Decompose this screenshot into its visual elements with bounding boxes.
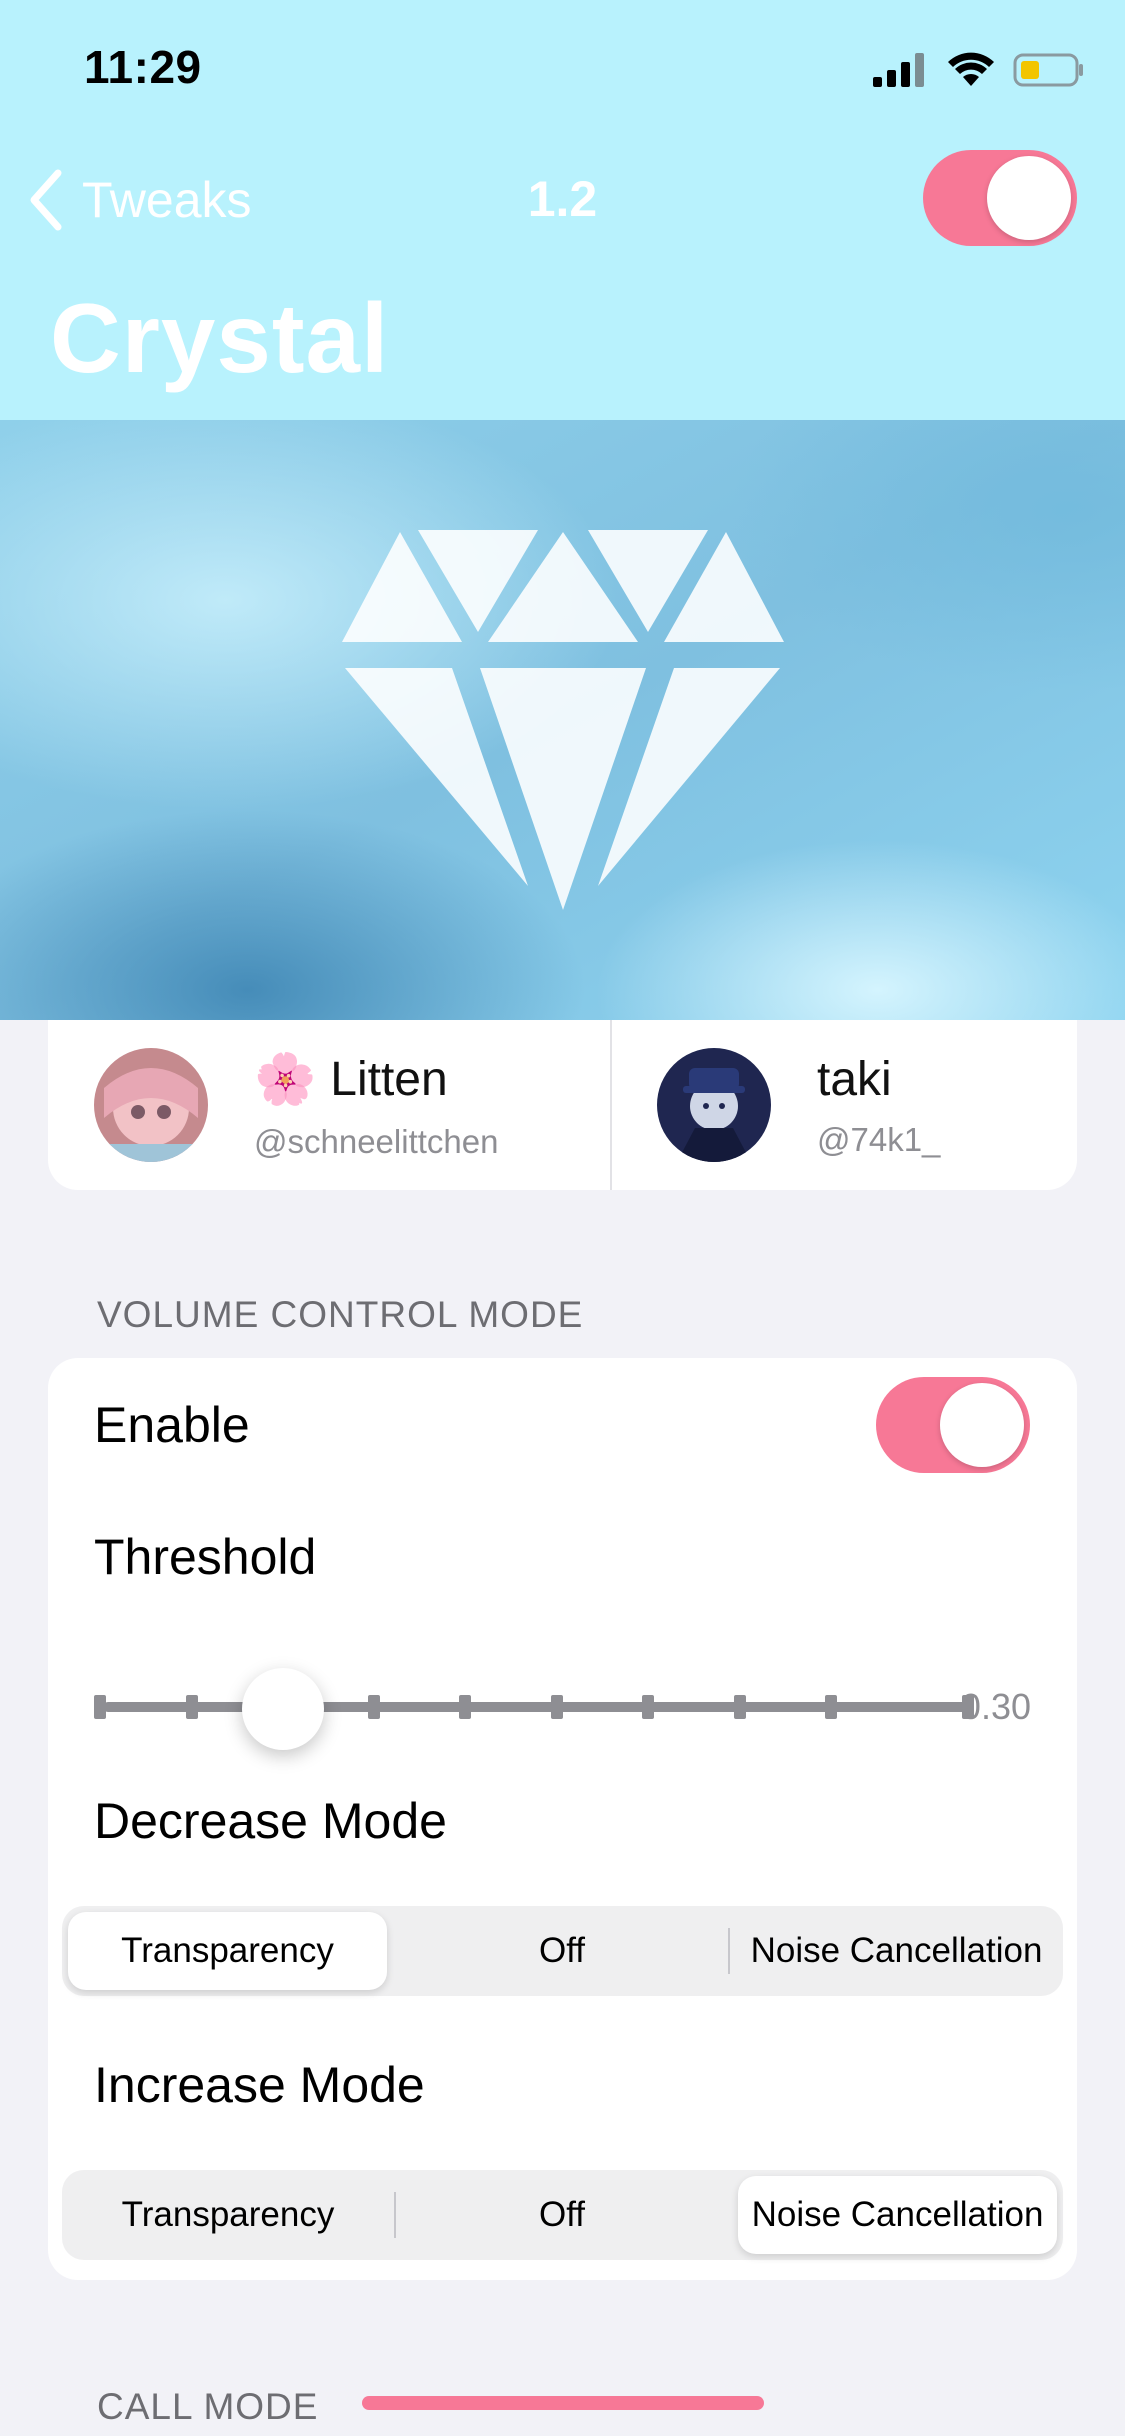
switch-knob	[940, 1383, 1024, 1467]
slider-thumb[interactable]	[242, 1668, 324, 1750]
battery-icon	[1013, 53, 1083, 87]
segment-transparency[interactable]: Transparency	[68, 1912, 387, 1990]
flower-emoji-icon: 🌸	[254, 1050, 317, 1107]
slider-tick	[551, 1695, 563, 1719]
segment-off[interactable]: Off	[396, 2170, 728, 2260]
banner-background	[0, 420, 1125, 1020]
cellular-signal-icon	[873, 53, 924, 87]
master-enable-switch[interactable]	[923, 150, 1077, 246]
increase-mode-label: Increase Mode	[94, 2057, 425, 2113]
call-mode-accent-bar	[362, 2396, 764, 2410]
threshold-slider[interactable]	[94, 1668, 974, 1750]
section-header-volume: VOLUME CONTROL MODE	[97, 1294, 584, 1335]
authors-divider	[610, 1020, 612, 1190]
segment-off[interactable]: Off	[396, 1906, 728, 1996]
author-taki[interactable]: taki @74k1_	[657, 1020, 940, 1190]
slider-tick	[368, 1695, 380, 1719]
slider-track	[104, 1702, 974, 1712]
avatar	[657, 1048, 771, 1162]
enable-label: Enable	[94, 1397, 250, 1453]
status-icons	[873, 48, 1085, 92]
author-name: taki	[817, 1052, 892, 1106]
segment-transparency[interactable]: Transparency	[62, 2170, 394, 2260]
decrease-mode-label: Decrease Mode	[94, 1793, 447, 1849]
author-handle: @74k1_	[817, 1120, 941, 1158]
author-name: 🌸 Litten	[254, 1050, 448, 1107]
decrease-mode-segmented-control[interactable]: Transparency Off Noise Cancellation	[62, 1906, 1063, 1996]
slider-tick	[459, 1695, 471, 1719]
threshold-label: Threshold	[94, 1529, 317, 1585]
wifi-icon	[948, 52, 994, 86]
avatar	[94, 1048, 208, 1162]
header: 11:29 Tweaks 1.2 Crystal	[0, 0, 1125, 420]
threshold-value: 0.30	[960, 1686, 1031, 1727]
banner	[0, 420, 1125, 1020]
slider-tick	[825, 1695, 837, 1719]
status-time: 11:29	[84, 41, 202, 93]
author-litten[interactable]: 🌸 Litten @schneelittchen	[94, 1020, 498, 1190]
slider-tick	[734, 1695, 746, 1719]
authors-card: 🌸 Litten @schneelittchen taki @74k1_	[48, 1020, 1077, 1190]
page-title: Crystal	[50, 283, 390, 393]
increase-mode-segmented-control[interactable]: Transparency Off Noise Cancellation	[62, 2170, 1063, 2260]
section-header-call: CALL MODE	[97, 2386, 319, 2427]
segment-noise-cancellation[interactable]: Noise Cancellation	[738, 2176, 1057, 2254]
author-handle: @schneelittchen	[254, 1122, 499, 1160]
segment-noise-cancellation[interactable]: Noise Cancellation	[730, 1906, 1063, 1996]
switch-knob	[987, 156, 1071, 240]
volume-settings-card: Enable Threshold 0.30 Decrease Mode Tran…	[48, 1358, 1077, 2280]
slider-tick	[186, 1695, 198, 1719]
slider-tick	[94, 1695, 106, 1719]
enable-switch[interactable]	[876, 1377, 1030, 1473]
slider-tick	[642, 1695, 654, 1719]
